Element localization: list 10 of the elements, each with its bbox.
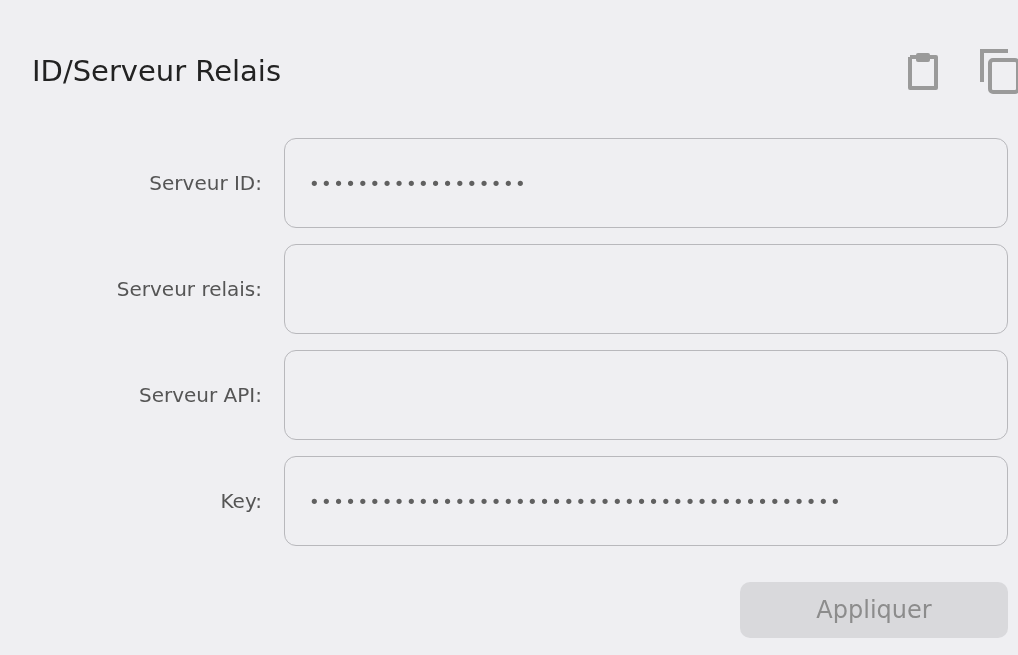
field-label: Key: xyxy=(219,489,262,513)
input-field[interactable] xyxy=(284,244,1008,334)
field-label: Serveur relais: xyxy=(115,277,262,301)
copy-icon[interactable] xyxy=(980,48,1018,94)
field-label: Serveur ID: xyxy=(148,171,262,195)
input-field[interactable]: •••••••••••••••••••••••••••••••••••••••••••• xyxy=(284,456,1008,546)
section-title: ID/Serveur Relais xyxy=(32,54,282,88)
input-field[interactable] xyxy=(284,350,1008,440)
field-label: Serveur API: xyxy=(138,383,262,407)
input-field[interactable]: •••••••••••••••••• xyxy=(284,138,1008,228)
